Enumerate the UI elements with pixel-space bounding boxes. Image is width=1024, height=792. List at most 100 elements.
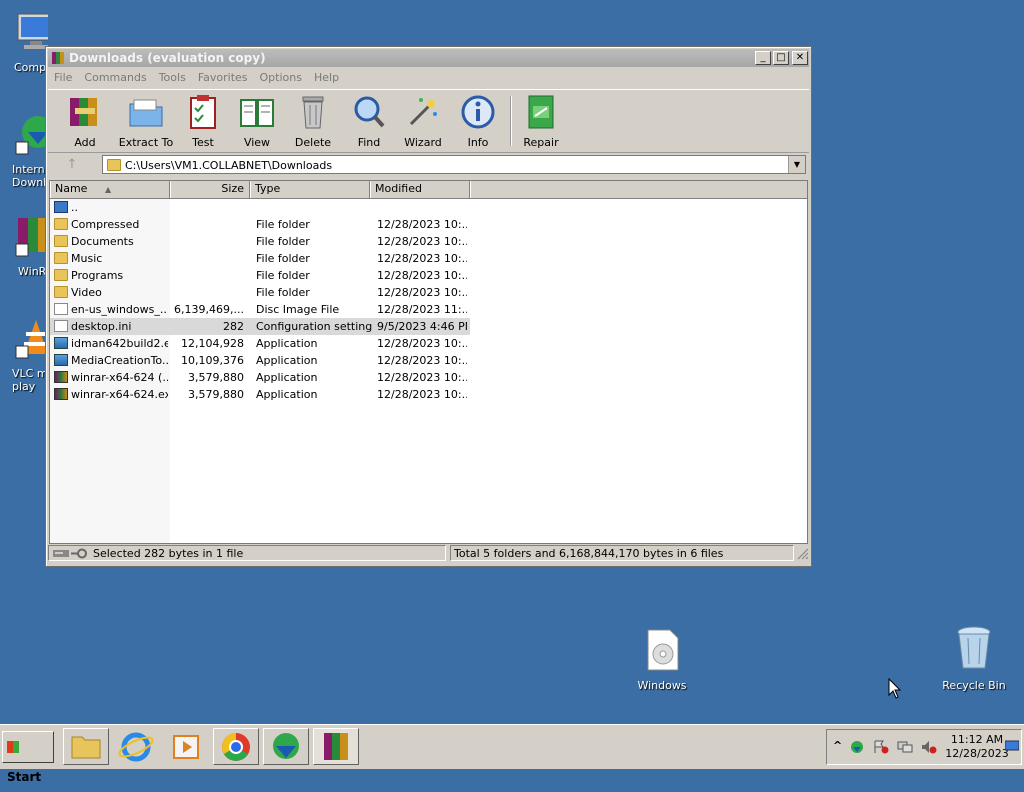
add-button[interactable]: Add xyxy=(56,94,114,149)
tray-expand-icon[interactable]: ^ xyxy=(833,739,842,752)
table-row[interactable]: desktop.ini 282 Configuration settings 9/5/… xyxy=(50,318,470,335)
find-button[interactable]: Find xyxy=(340,94,398,149)
title-bar[interactable]: Downloads (evaluation copy) _ □ ✕ xyxy=(48,49,809,67)
table-row[interactable]: winrar-x64-624 (... 3,579,880 Application 1… xyxy=(50,369,470,386)
column-modified[interactable]: Modified xyxy=(370,181,470,198)
action-center-flag-icon[interactable] xyxy=(873,740,889,754)
column-type-label: Type xyxy=(255,182,281,195)
windows-flag-icon xyxy=(7,741,19,753)
cell-name: Compressed xyxy=(54,216,168,233)
cell-modified: 12/28/2023 11:... xyxy=(377,303,467,316)
menu-commands[interactable]: Commands xyxy=(78,69,152,86)
taskbar-internet-explorer[interactable] xyxy=(113,728,159,765)
volume-muted-icon[interactable] xyxy=(921,740,937,754)
taskbar-idm[interactable] xyxy=(263,728,309,765)
taskbar-media-player[interactable] xyxy=(163,728,209,765)
cell-name: desktop.ini xyxy=(54,318,168,335)
table-row[interactable]: en-us_windows_... 6,139,469,... Disc Image… xyxy=(50,301,470,318)
cell-size xyxy=(170,216,244,233)
address-dropdown-button[interactable]: ▼ xyxy=(788,156,805,173)
minimize-button[interactable]: _ xyxy=(755,51,771,65)
desktop-icon-windows-iso[interactable]: Windows xyxy=(622,628,702,692)
idm-tray-icon[interactable] xyxy=(849,740,865,754)
taskbar-explorer[interactable] xyxy=(63,728,109,765)
show-desktop-icon[interactable] xyxy=(1005,740,1019,752)
file-name: en-us_windows_... xyxy=(71,303,168,316)
chrome-icon xyxy=(222,733,250,761)
info-button[interactable]: Info xyxy=(449,94,507,149)
taskbar-chrome[interactable] xyxy=(213,728,259,765)
recycle-bin-icon xyxy=(957,626,991,669)
cell-modified: 9/5/2023 4:46 PM xyxy=(377,320,467,333)
cell-size xyxy=(170,250,244,267)
drive-icon xyxy=(53,550,69,557)
menu-options[interactable]: Options xyxy=(254,69,308,86)
application-icon xyxy=(54,337,68,349)
cell-size xyxy=(170,233,244,250)
desktop-icon-idm[interactable]: Intern Downl xyxy=(0,112,48,189)
cell-name: MediaCreationTo... xyxy=(54,352,168,369)
table-row[interactable]: winrar-x64-624.exe 3,579,880 Application 12… xyxy=(50,386,470,403)
magnifier-icon xyxy=(354,96,385,128)
folder-icon xyxy=(54,218,68,230)
maximize-button[interactable]: □ xyxy=(773,51,789,65)
table-row[interactable]: Documents File folder 12/28/2023 10:... xyxy=(50,233,470,250)
table-row[interactable]: .. xyxy=(50,199,470,216)
disc-image-icon xyxy=(647,629,679,671)
desktop-icon-winrar[interactable]: WinR xyxy=(0,214,48,278)
start-button[interactable]: Start xyxy=(2,731,54,784)
cell-modified: 12/28/2023 10:... xyxy=(377,269,467,282)
cell-type: Application xyxy=(256,354,318,367)
table-row[interactable]: Programs File folder 12/28/2023 10:... xyxy=(50,267,470,284)
table-row[interactable]: Music File folder 12/28/2023 10:... xyxy=(50,250,470,267)
computer-icon xyxy=(17,13,48,49)
cell-size: 6,139,469,... xyxy=(174,303,244,316)
menu-favorites[interactable]: Favorites xyxy=(192,69,254,86)
table-row[interactable]: MediaCreationTo... 10,109,376 Application 1… xyxy=(50,352,470,369)
cell-modified: 12/28/2023 10:... xyxy=(377,286,467,299)
network-icon[interactable] xyxy=(897,740,913,754)
column-type[interactable]: Type xyxy=(250,181,370,198)
status-right: Total 5 folders and 6,168,844,170 bytes … xyxy=(450,545,794,561)
extract-to-button[interactable]: Extract To xyxy=(114,94,178,149)
close-button[interactable]: ✕ xyxy=(792,51,808,65)
cell-size: 282 xyxy=(223,320,244,333)
table-row[interactable]: idman642build2.exe 12,104,928 Application 1… xyxy=(50,335,470,352)
cell-name: Music xyxy=(54,250,168,267)
winrar-icon xyxy=(54,388,68,400)
wizard-label: Wizard xyxy=(404,136,442,149)
cell-size xyxy=(170,284,244,301)
delete-label: Delete xyxy=(294,136,332,149)
menu-help[interactable]: Help xyxy=(308,69,345,86)
table-row[interactable]: Compressed File folder 12/28/2023 10:... xyxy=(50,216,470,233)
winrar-window: Downloads (evaluation copy) _ □ ✕ File Co… xyxy=(45,46,812,567)
cell-size: 12,104,928 xyxy=(181,337,244,350)
desktop-icon-computer[interactable]: Compu xyxy=(0,10,48,74)
cell-modified xyxy=(377,199,467,216)
resize-grip-icon[interactable] xyxy=(797,548,809,560)
cell-type xyxy=(256,199,372,216)
repair-label: Repair xyxy=(523,136,559,149)
menu-file[interactable]: File xyxy=(48,69,78,86)
view-button[interactable]: View xyxy=(228,94,286,149)
file-name: idman642build2.exe xyxy=(71,337,168,350)
taskbar-winrar[interactable] xyxy=(313,728,359,765)
menu-tools[interactable]: Tools xyxy=(153,69,192,86)
view-book-icon xyxy=(240,99,274,127)
delete-button[interactable]: Delete xyxy=(284,94,342,149)
wizard-button[interactable]: Wizard xyxy=(394,94,452,149)
cell-name: Video xyxy=(54,284,168,301)
table-row[interactable]: Video File folder 12/28/2023 10:... xyxy=(50,284,470,301)
test-button[interactable]: Test xyxy=(174,94,232,149)
test-label: Test xyxy=(192,136,214,149)
file-name: winrar-x64-624.exe xyxy=(71,388,168,401)
desktop-icon-recycle-bin[interactable]: Recycle Bin xyxy=(934,624,1014,692)
file-name: desktop.ini xyxy=(71,320,132,333)
cell-modified: 12/28/2023 10:... xyxy=(377,388,467,401)
repair-button[interactable]: Repair xyxy=(512,94,570,149)
address-field[interactable]: C:\Users\VM1.COLLABNET\Downloads ▼ xyxy=(102,155,806,174)
column-name[interactable]: Name ▲ xyxy=(50,181,170,198)
column-size[interactable]: Size xyxy=(170,181,250,198)
up-one-level-button[interactable]: ↑ xyxy=(52,155,92,175)
desktop-icon-vlc[interactable]: VLC m play xyxy=(0,316,48,393)
